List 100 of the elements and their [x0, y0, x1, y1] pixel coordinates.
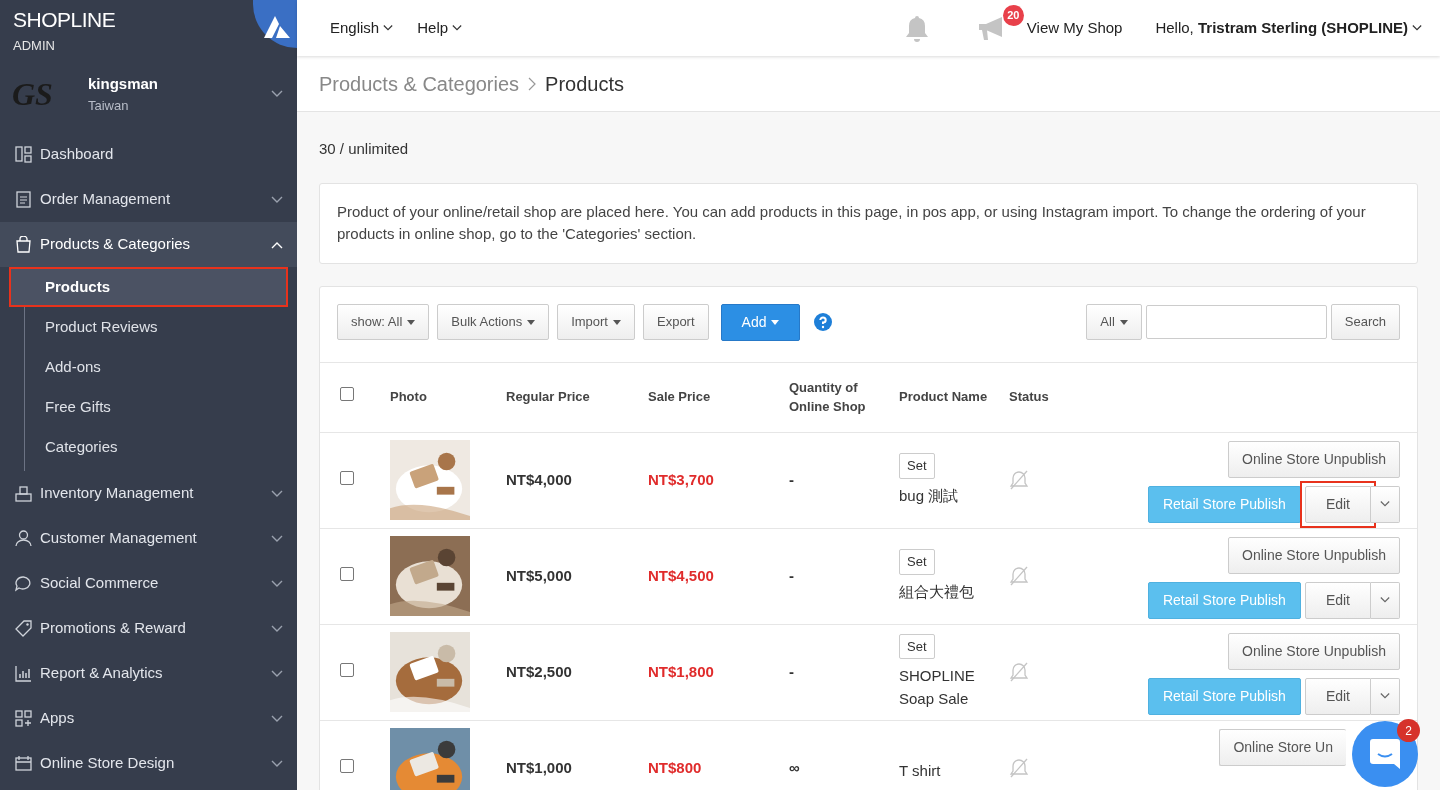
column-header: Sale Price — [648, 388, 712, 407]
column-header: Regular Price — [506, 388, 591, 407]
sidebar-item[interactable]: Products & Categories — [0, 222, 297, 267]
caret-icon — [527, 319, 536, 325]
chevron-icon — [271, 240, 283, 249]
row-checkbox[interactable] — [340, 470, 354, 485]
sidebar-item[interactable]: Online Store Design — [0, 741, 297, 786]
sidebar-subitem[interactable]: Product Reviews — [25, 307, 288, 347]
dropdown-button[interactable]: Import — [557, 304, 635, 340]
caret-icon — [613, 319, 621, 325]
user-menu[interactable]: Hello, Tristram Sterling (SHOPLINE) — [1155, 16, 1422, 40]
row-checkbox[interactable] — [340, 662, 354, 677]
edit-button[interactable]: Edit — [1304, 485, 1371, 523]
view-shop-link[interactable]: View My Shop — [1026, 16, 1123, 40]
chat-icon — [1370, 739, 1400, 769]
sale-price: NT$800 — [648, 758, 702, 776]
bell-slash-icon — [1009, 662, 1029, 682]
bell-slash-icon — [1009, 566, 1029, 586]
calendar-icon — [15, 755, 32, 772]
regular-price: NT$5,000 — [506, 566, 572, 584]
brand-logo: SHOPLINE — [13, 9, 116, 30]
sidebar-item[interactable]: Inventory Management — [0, 471, 297, 516]
sidebar-item[interactable]: Report & Analytics — [0, 651, 297, 696]
product-tag: Set — [899, 633, 935, 660]
product-name: SHOPLINE Soap Sale — [899, 666, 976, 709]
chevron-icon — [1380, 596, 1390, 604]
sidebar-subitem[interactable]: Categories — [25, 427, 288, 467]
help-menu[interactable]: Help — [417, 16, 463, 40]
chevron-icon — [1380, 500, 1390, 508]
sidebar-subitem[interactable]: Products — [9, 267, 288, 307]
chevron-icon — [271, 195, 283, 204]
column-header: Status — [1009, 388, 1050, 407]
sale-price: NT$1,800 — [648, 662, 714, 680]
sale-price: NT$3,700 — [648, 470, 714, 488]
chevron-icon — [383, 24, 394, 32]
unpublish-button[interactable]: Online Store Unpublish — [1228, 536, 1400, 574]
boxes-icon — [15, 485, 32, 502]
chevron-icon — [452, 24, 463, 32]
help-icon[interactable] — [814, 313, 833, 331]
sidebar-item[interactable]: Customer Management — [0, 516, 297, 561]
regular-price: NT$4,000 — [506, 470, 572, 488]
speech-bubble-icon — [15, 575, 32, 592]
chevron-right-icon — [528, 76, 537, 91]
bar-chart-icon — [15, 665, 32, 682]
sidebar-item[interactable]: Order Management — [0, 177, 297, 222]
edit-button[interactable]: Edit — [1304, 581, 1371, 619]
search-field[interactable] — [1145, 305, 1327, 339]
chevron-icon — [271, 90, 283, 98]
tag-icon — [15, 620, 32, 637]
sidebar-subitem[interactable]: Add-ons — [25, 347, 288, 387]
shopping-bag-icon — [15, 236, 32, 253]
edit-button[interactable]: Edit — [1304, 677, 1371, 715]
sidebar-item[interactable]: Apps — [0, 696, 297, 741]
chevron-icon — [271, 534, 283, 543]
product-name: bug 測試 — [899, 485, 960, 506]
store-region: Taiwan — [88, 96, 130, 115]
product-name: T shirt — [899, 760, 942, 781]
chevron-icon — [271, 579, 283, 588]
select-all-checkbox[interactable] — [340, 387, 354, 402]
dropdown-toggle[interactable] — [1371, 485, 1400, 523]
language-menu[interactable]: English — [330, 16, 394, 40]
person-icon — [15, 530, 32, 547]
dashboard-icon — [15, 146, 32, 163]
dropdown-toggle[interactable] — [1371, 677, 1400, 715]
sidebar-item[interactable]: Promotions & Reward — [0, 606, 297, 651]
unpublish-button[interactable]: Online Store Unpublish — [1228, 632, 1400, 670]
search-button[interactable]: Search — [1330, 304, 1400, 340]
sidebar-item[interactable]: Dashboard — [0, 132, 297, 177]
bell-slash-icon — [1009, 758, 1029, 778]
row-checkbox[interactable] — [340, 758, 354, 773]
breadcrumb-link[interactable]: Products & Categories — [319, 68, 520, 99]
column-header: Quantity of Online Shop — [789, 378, 867, 416]
dropdown-button[interactable]: Bulk Actions — [437, 304, 550, 340]
caret-icon — [771, 319, 780, 325]
row-checkbox[interactable] — [340, 566, 354, 581]
unpublish-button[interactable]: Online Store Unpublish — [1228, 440, 1400, 478]
chevron-icon — [1380, 692, 1390, 700]
chevron-icon — [271, 714, 283, 723]
clipboard-icon — [15, 191, 32, 208]
product-name: 組合大禮包 — [899, 581, 975, 602]
mountain-logo-icon[interactable] — [264, 16, 290, 38]
store-name: kingsman — [88, 74, 160, 94]
sidebar-item[interactable]: Social Commerce — [0, 561, 297, 606]
unpublish-button[interactable]: Online Store Un — [1219, 728, 1346, 766]
filter-dropdown[interactable]: All — [1086, 304, 1142, 340]
notification-count: 20 — [1002, 5, 1024, 26]
product-tag: Set — [899, 453, 935, 479]
sidebar-subitem[interactable]: Free Gifts — [25, 387, 288, 427]
breadcrumb-current: Products — [545, 71, 625, 97]
grid-plus-icon — [15, 710, 32, 727]
chevron-icon — [271, 669, 283, 678]
dropdown-button[interactable]: show: All — [337, 304, 430, 340]
product-tag: Set — [899, 549, 935, 575]
dropdown-toggle[interactable] — [1371, 581, 1400, 619]
quantity-value: - — [789, 470, 794, 488]
export-button[interactable]: Export — [643, 304, 709, 340]
column-header: Photo — [390, 388, 428, 407]
bell-slash-icon — [1009, 470, 1029, 490]
chevron-icon — [271, 759, 283, 768]
regular-price: NT$1,000 — [506, 758, 572, 776]
